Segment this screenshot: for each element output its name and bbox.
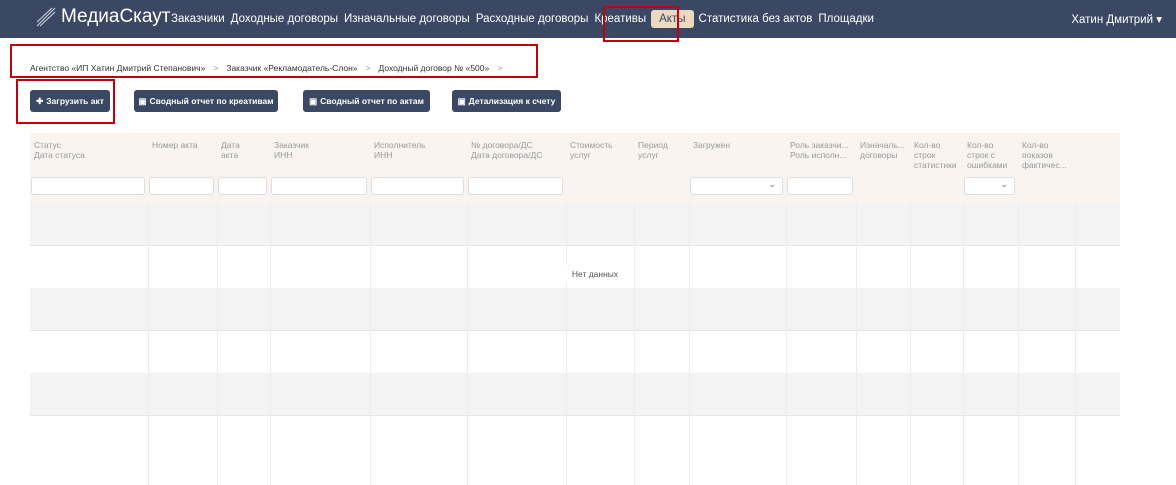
column-header-label: ИНН [274,150,293,160]
nav-item-customers[interactable]: Заказчики [168,11,228,28]
column-header-label: № договора/ДС [471,140,533,150]
column-header[interactable]: Статус Дата статуса [30,133,148,167]
column-header-label: Кол-во [914,140,941,150]
excel-icon: ▣ [457,95,466,106]
invoice-detail-button[interactable]: ▣ Детализация к счету [452,90,561,112]
column-header-label: Период [638,140,668,150]
nav-item-stats-without-acts[interactable]: Статистика без актов [696,11,816,28]
column-divider [1075,203,1076,485]
brand-name: МедиаСкаут [61,6,171,27]
logo-icon [36,7,56,27]
table-row [30,373,1120,416]
column-header-label: Дата договора/ДС [471,150,543,160]
table-row [30,331,1120,374]
column-header-label: Роль заказчи... [790,140,849,150]
column-header-label: Заказчик [274,140,309,150]
column-header-label: Исполнитель [374,140,426,150]
column-header[interactable]: Дата акта [217,133,270,167]
acts-report-button[interactable]: ▣ Сводный отчет по актам [303,90,430,112]
table-row [30,288,1120,331]
column-header-label: ИНН [374,150,393,160]
column-divider [1018,203,1019,485]
column-header-label: строк [914,150,936,160]
column-header-label: статистики [914,160,957,170]
column-header-label: Кол-во [1022,140,1049,150]
column-header[interactable] [1075,133,1120,147]
column-filter-input[interactable] [149,177,214,195]
column-header[interactable]: Загружен [689,133,786,157]
column-header-label: Стоимость [570,140,613,150]
column-divider [370,203,371,485]
column-header-label: услуг [638,150,659,160]
column-filter-input[interactable] [468,177,563,195]
column-header[interactable]: Исполнитель ИНН [370,133,467,167]
column-filter-select[interactable]: ⌄ [964,177,1015,195]
nav-item-platforms[interactable]: Площадки [815,11,877,28]
column-header[interactable]: № договора/ДС Дата договора/ДС [467,133,566,167]
column-header-label: Дата статуса [34,150,85,160]
column-filter-input[interactable] [371,177,464,195]
column-filter-input[interactable] [31,177,145,195]
column-divider [217,203,218,485]
column-divider [467,203,468,485]
invoice-detail-label: Детализация к счету [468,96,556,106]
column-header[interactable]: Кол-во строк с ошибками [963,133,1018,177]
empty-message: Нет данных [557,265,633,283]
column-header-label: Изначаль... [860,140,905,150]
column-header-label: Кол-во [967,140,994,150]
user-menu[interactable]: Хатин Дмитрий ▾ [1071,12,1162,26]
column-header[interactable]: Кол-во строк статистики [910,133,963,177]
column-divider [689,203,690,485]
chevron-down-icon: ⌄ [768,179,776,189]
column-divider [963,203,964,485]
column-header-label: Загружен [693,140,731,150]
column-divider [634,203,635,485]
column-divider [856,203,857,485]
column-header-label: услуг [570,150,591,160]
column-filter-input[interactable] [271,177,367,195]
column-header[interactable]: Номер акта [148,133,217,157]
column-header[interactable]: Заказчик ИНН [270,133,370,167]
annotation-box-breadcrumb [10,44,538,78]
top-navbar: МедиаСкаут Заказчики Доходные договоры И… [0,0,1176,38]
column-divider [910,203,911,485]
excel-icon: ▣ [309,95,318,106]
column-header-label: Дата [221,140,240,150]
column-header-label: Номер акта [152,140,198,150]
chevron-down-icon: ⌄ [1000,179,1008,189]
column-divider [270,203,271,485]
annotation-box-acts [603,6,679,42]
creatives-report-label: Сводный отчет по креативам [149,96,274,106]
column-divider [148,203,149,485]
nav-item-expense-contracts[interactable]: Расходные договоры [473,11,592,28]
column-header[interactable]: Период услуг [634,133,689,167]
creatives-report-button[interactable]: ▣ Сводный отчет по креативам [134,90,278,112]
main-menu: Заказчики Доходные договоры Изначальные … [168,10,877,28]
column-header-label: ошибками [967,160,1008,170]
nav-item-income-contracts[interactable]: Доходные договоры [228,11,341,28]
excel-icon: ▣ [138,95,147,106]
column-filter-input[interactable] [787,177,853,195]
brand-logo[interactable]: МедиаСкаут [35,6,170,28]
column-divider [566,203,567,485]
acts-report-label: Сводный отчет по актам [320,96,424,106]
annotation-box-upload [16,79,115,124]
column-header[interactable]: Стоимость услуг [566,133,634,167]
column-header-label: договоры [860,150,898,160]
column-header[interactable]: Роль заказчи... Роль исполн... [786,133,856,167]
column-header-label: Статус [34,140,61,150]
column-header-label: показов [1022,150,1053,160]
column-header[interactable]: Кол-во показов фактичес... [1018,133,1075,177]
column-header-label: фактичес... [1022,160,1067,170]
table-row [30,203,1120,246]
column-header-label: акта [221,150,239,160]
column-filter-input[interactable] [218,177,267,195]
column-header[interactable]: Изначаль... договоры [856,133,910,167]
column-divider [786,203,787,485]
column-header-label: строк с [967,150,995,160]
nav-item-initial-contracts[interactable]: Изначальные договоры [341,11,473,28]
column-filter-select[interactable]: ⌄ [690,177,783,195]
column-header-label: Роль исполн... [790,150,847,160]
